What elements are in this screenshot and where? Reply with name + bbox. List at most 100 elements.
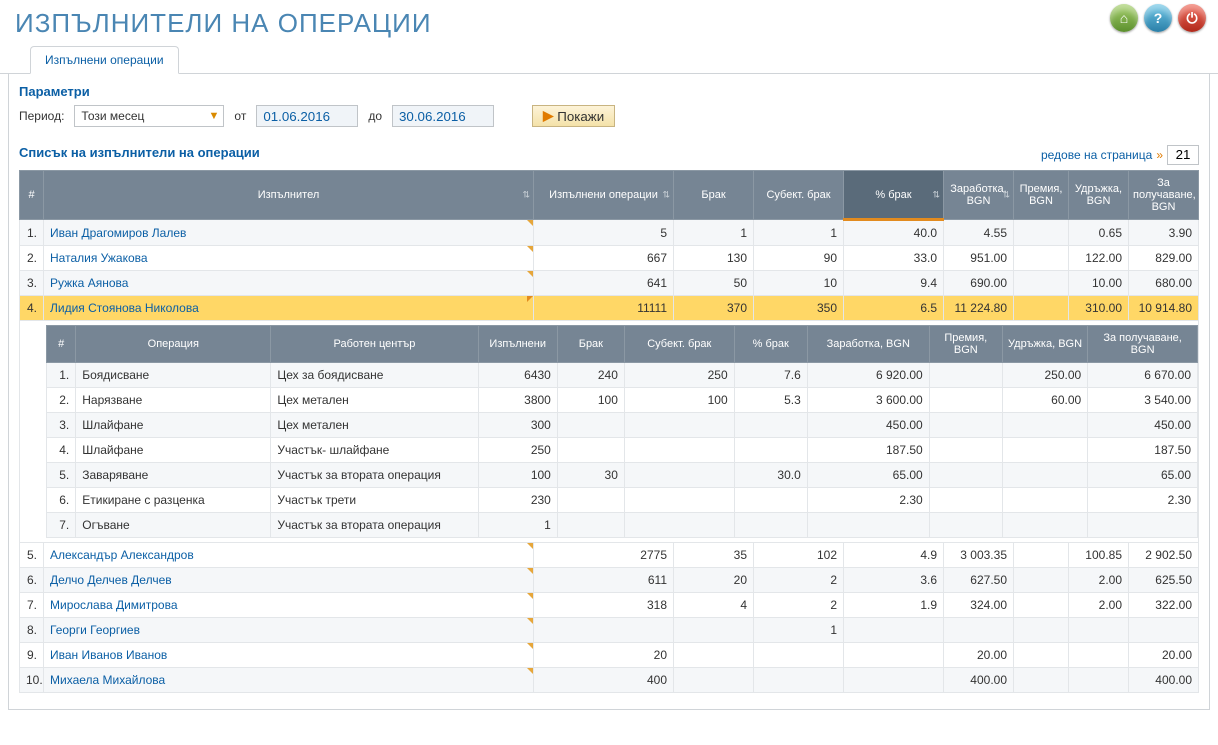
table-row[interactable]: 3.Ружка Аянова64150109.4690.0010.00680.0… bbox=[20, 271, 1199, 296]
srow-recv: 2.30 bbox=[1088, 488, 1198, 513]
cell-done: 2775 bbox=[534, 543, 674, 568]
cell-bonus bbox=[1014, 643, 1069, 668]
performer-cell[interactable]: Михаела Михайлова bbox=[44, 668, 534, 693]
srow-recv: 3 540.00 bbox=[1088, 388, 1198, 413]
scol-op[interactable]: Операция bbox=[76, 326, 271, 363]
table-row[interactable]: 6.Делчо Делчев Делчев6112023.6627.502.00… bbox=[20, 568, 1199, 593]
page-title: ИЗПЪЛНИТЕЛИ НА ОПЕРАЦИИ bbox=[15, 8, 1203, 39]
help-button[interactable]: ? bbox=[1144, 4, 1172, 32]
table-row[interactable]: 9.Иван Иванов Иванов2020.0020.00 bbox=[20, 643, 1199, 668]
to-date-input[interactable] bbox=[392, 105, 494, 127]
cell-deduct: 10.00 bbox=[1069, 271, 1129, 296]
performer-link[interactable]: Делчо Делчев Делчев bbox=[50, 573, 172, 587]
table-row[interactable]: 4.Лидия Стоянова Николова111113703506.51… bbox=[20, 296, 1199, 321]
cell-recv: 3.90 bbox=[1129, 220, 1199, 246]
table-row[interactable]: 5.Александър Александров2775351024.93 00… bbox=[20, 543, 1199, 568]
scol-pct[interactable]: % брак bbox=[734, 326, 807, 363]
scol-earn[interactable]: Заработка, BGN bbox=[807, 326, 929, 363]
cell-recv: 680.00 bbox=[1129, 271, 1199, 296]
cell-scrap: 370 bbox=[674, 296, 754, 321]
sub-table-row[interactable]: 1.БоядисванеЦех за боядисване64302402507… bbox=[47, 363, 1198, 388]
cell-recv: 829.00 bbox=[1129, 246, 1199, 271]
col-scrap[interactable]: Брак bbox=[674, 171, 754, 220]
col-done[interactable]: Изпълнени операции⇅ bbox=[534, 171, 674, 220]
table-row[interactable]: 7.Мирослава Димитрова318421.9324.002.003… bbox=[20, 593, 1199, 618]
rpp-input[interactable] bbox=[1167, 145, 1199, 165]
performer-cell[interactable]: Иван Иванов Иванов bbox=[44, 643, 534, 668]
col-pct-scrap[interactable]: % брак⇅ bbox=[844, 171, 944, 220]
cell-bonus bbox=[1014, 543, 1069, 568]
scol-idx[interactable]: # bbox=[47, 326, 76, 363]
performer-link[interactable]: Георги Георгиев bbox=[50, 623, 140, 637]
performer-link[interactable]: Наталия Ужакова bbox=[50, 251, 148, 265]
scol-subj[interactable]: Субект. брак bbox=[624, 326, 734, 363]
performer-cell[interactable]: Лидия Стоянова Николова bbox=[44, 296, 534, 321]
performer-link[interactable]: Иван Драгомиров Лалев bbox=[50, 226, 186, 240]
col-bonus[interactable]: Премия, BGN bbox=[1014, 171, 1069, 220]
srow-bonus bbox=[929, 463, 1002, 488]
cell-pct: 3.6 bbox=[844, 568, 944, 593]
srow-earn: 450.00 bbox=[807, 413, 929, 438]
srow-scrap: 30 bbox=[557, 463, 624, 488]
performer-link[interactable]: Ружка Аянова bbox=[50, 276, 128, 290]
from-date-input[interactable] bbox=[256, 105, 358, 127]
col-earn[interactable]: Заработка, BGN⇅ bbox=[944, 171, 1014, 220]
performer-link[interactable]: Михаела Михайлова bbox=[50, 673, 165, 687]
scol-recv[interactable]: За получаване, BGN bbox=[1088, 326, 1198, 363]
cell-subj: 10 bbox=[754, 271, 844, 296]
cell-scrap: 35 bbox=[674, 543, 754, 568]
table-row[interactable]: 1.Иван Драгомиров Лалев51140.04.550.653.… bbox=[20, 220, 1199, 246]
table-row[interactable]: 8.Георги Георгиев1 bbox=[20, 618, 1199, 643]
performer-cell[interactable]: Георги Георгиев bbox=[44, 618, 534, 643]
srow-earn: 6 920.00 bbox=[807, 363, 929, 388]
sub-table-row[interactable]: 2.НарязванеЦех метален38001001005.33 600… bbox=[47, 388, 1198, 413]
srow-wc: Цех за боядисване bbox=[271, 363, 478, 388]
scol-bonus[interactable]: Премия, BGN bbox=[929, 326, 1002, 363]
cell-done: 20 bbox=[534, 643, 674, 668]
expand-corner-icon bbox=[527, 220, 533, 226]
performer-cell[interactable]: Ружка Аянова bbox=[44, 271, 534, 296]
scol-deduct[interactable]: Удръжка, BGN bbox=[1002, 326, 1087, 363]
tab-completed-operations[interactable]: Изпълнени операции bbox=[30, 46, 179, 74]
scol-done[interactable]: Изпълнени bbox=[478, 326, 557, 363]
performer-cell[interactable]: Иван Драгомиров Лалев bbox=[44, 220, 534, 246]
sub-table-row[interactable]: 4.ШлайфанеУчастък- шлайфане250187.50187.… bbox=[47, 438, 1198, 463]
period-select[interactable]: Този месец ▼ bbox=[74, 105, 224, 127]
col-performer[interactable]: Изпълнител⇅ bbox=[44, 171, 534, 220]
srow-subj: 100 bbox=[624, 388, 734, 413]
rpp-link[interactable]: редове на страница bbox=[1041, 148, 1152, 162]
performer-cell[interactable]: Наталия Ужакова bbox=[44, 246, 534, 271]
performer-link[interactable]: Александър Александров bbox=[50, 548, 194, 562]
row-index: 6. bbox=[20, 568, 44, 593]
col-receive[interactable]: За получаване, BGN bbox=[1129, 171, 1199, 220]
show-button[interactable]: ▶ Покажи bbox=[532, 105, 615, 127]
sub-table-row[interactable]: 3.ШлайфанеЦех метален300450.00450.00 bbox=[47, 413, 1198, 438]
col-deduct[interactable]: Удръжка, BGN bbox=[1069, 171, 1129, 220]
params-row: Период: Този месец ▼ от до ▶ Покажи bbox=[19, 105, 1199, 127]
scol-scrap[interactable]: Брак bbox=[557, 326, 624, 363]
srow-pct bbox=[734, 413, 807, 438]
performer-cell[interactable]: Александър Александров bbox=[44, 543, 534, 568]
sub-table-row[interactable]: 5.ЗаваряванеУчастък за втората операция1… bbox=[47, 463, 1198, 488]
srow-done: 1 bbox=[478, 513, 557, 538]
sub-table-wrap: # Операция Работен център Изпълнени Брак… bbox=[20, 321, 1198, 542]
table-row[interactable]: 2.Наталия Ужакова6671309033.0951.00122.0… bbox=[20, 246, 1199, 271]
performer-cell[interactable]: Мирослава Димитрова bbox=[44, 593, 534, 618]
performer-link[interactable]: Лидия Стоянова Николова bbox=[50, 301, 199, 315]
sub-table-row[interactable]: 6.Етикиране с разценкаУчастък трети2302.… bbox=[47, 488, 1198, 513]
home-button[interactable]: ⌂ bbox=[1110, 4, 1138, 32]
performer-link[interactable]: Иван Иванов Иванов bbox=[50, 648, 167, 662]
table-row[interactable]: 10.Михаела Михайлова400400.00400.00 bbox=[20, 668, 1199, 693]
col-subj-scrap[interactable]: Субект. брак bbox=[754, 171, 844, 220]
chevron-down-icon: ▼ bbox=[209, 110, 220, 122]
cell-subj bbox=[754, 643, 844, 668]
srow-done: 3800 bbox=[478, 388, 557, 413]
cell-deduct: 2.00 bbox=[1069, 593, 1129, 618]
sub-table-row[interactable]: 7.ОгъванеУчастък за втората операция1 bbox=[47, 513, 1198, 538]
performer-link[interactable]: Мирослава Димитрова bbox=[50, 598, 178, 612]
scol-wc[interactable]: Работен център bbox=[271, 326, 478, 363]
logout-button[interactable]: ⏻ bbox=[1178, 4, 1206, 32]
cell-subj: 2 bbox=[754, 593, 844, 618]
col-index[interactable]: # bbox=[20, 171, 44, 220]
performer-cell[interactable]: Делчо Делчев Делчев bbox=[44, 568, 534, 593]
